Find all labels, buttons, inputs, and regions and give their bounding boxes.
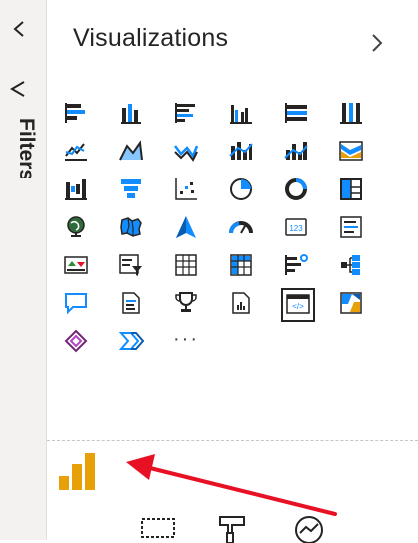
power-automate-visual-icon[interactable] bbox=[336, 288, 366, 318]
azure-map-icon[interactable] bbox=[171, 212, 201, 242]
qa-icon[interactable] bbox=[61, 288, 91, 318]
slicer-icon[interactable] bbox=[116, 250, 146, 280]
power-automate-icon[interactable] bbox=[116, 326, 146, 356]
build-visual-tab-icon[interactable] bbox=[140, 513, 178, 543]
decomposition-tree-icon[interactable] bbox=[281, 250, 311, 280]
paginated-report-icon[interactable] bbox=[226, 288, 256, 318]
stacked-column-chart-icon[interactable] bbox=[116, 98, 146, 128]
pane-divider bbox=[47, 440, 418, 441]
filter-icon[interactable] bbox=[10, 80, 26, 98]
gauge-icon[interactable] bbox=[226, 212, 256, 242]
map-icon[interactable] bbox=[61, 212, 91, 242]
line-and-stacked-column-chart-icon[interactable] bbox=[226, 136, 256, 166]
chevron-right-icon[interactable] bbox=[371, 32, 383, 54]
filters-pane-label[interactable]: Filters bbox=[14, 118, 38, 178]
chevron-left-icon[interactable] bbox=[12, 20, 26, 38]
card-icon[interactable]: 123 bbox=[281, 212, 311, 242]
area-chart-icon[interactable] bbox=[116, 136, 146, 166]
table-icon[interactable] bbox=[171, 250, 201, 280]
goals-icon[interactable] bbox=[171, 288, 201, 318]
pane-title: Visualizations bbox=[73, 24, 229, 52]
key-influencers-icon[interactable] bbox=[336, 250, 366, 280]
funnel-chart-icon[interactable] bbox=[116, 174, 146, 204]
visualizations-pane: Visualizations 123 </> ··· bbox=[47, 0, 418, 543]
scatter-chart-icon[interactable] bbox=[171, 174, 201, 204]
ribbon-chart-icon[interactable] bbox=[336, 136, 366, 166]
filters-rail: Filters bbox=[0, 0, 47, 540]
power-apps-icon[interactable] bbox=[61, 326, 91, 356]
smart-narrative-icon[interactable] bbox=[116, 288, 146, 318]
format-visual-tab-icon[interactable] bbox=[214, 513, 252, 543]
100-stacked-bar-chart-icon[interactable] bbox=[281, 98, 311, 128]
donut-chart-icon[interactable] bbox=[281, 174, 311, 204]
power-apps-visual-icon[interactable]: </> bbox=[281, 288, 315, 322]
line-and-clustered-column-chart-icon[interactable] bbox=[281, 136, 311, 166]
treemap-icon[interactable] bbox=[336, 174, 366, 204]
kpi-icon[interactable] bbox=[61, 250, 91, 280]
pane-tabs bbox=[94, 505, 418, 543]
more-visuals-button[interactable]: ··· bbox=[171, 324, 201, 354]
waterfall-chart-icon[interactable] bbox=[61, 174, 91, 204]
filled-map-icon[interactable] bbox=[116, 212, 146, 242]
matrix-icon[interactable] bbox=[226, 250, 256, 280]
multi-row-card-icon[interactable] bbox=[336, 212, 366, 242]
svg-text:</>: </> bbox=[292, 302, 304, 311]
clustered-bar-chart-icon[interactable] bbox=[171, 98, 201, 128]
stacked-area-chart-icon[interactable] bbox=[171, 136, 201, 166]
stacked-bar-chart-icon[interactable] bbox=[61, 98, 91, 128]
analytics-tab-icon[interactable] bbox=[290, 513, 328, 543]
100-stacked-column-chart-icon[interactable] bbox=[336, 98, 366, 128]
svg-text:123: 123 bbox=[289, 224, 303, 233]
pie-chart-icon[interactable] bbox=[226, 174, 256, 204]
line-chart-icon[interactable] bbox=[61, 136, 91, 166]
custom-bar-chart-visual-icon[interactable] bbox=[57, 450, 101, 494]
clustered-column-chart-icon[interactable] bbox=[226, 98, 256, 128]
